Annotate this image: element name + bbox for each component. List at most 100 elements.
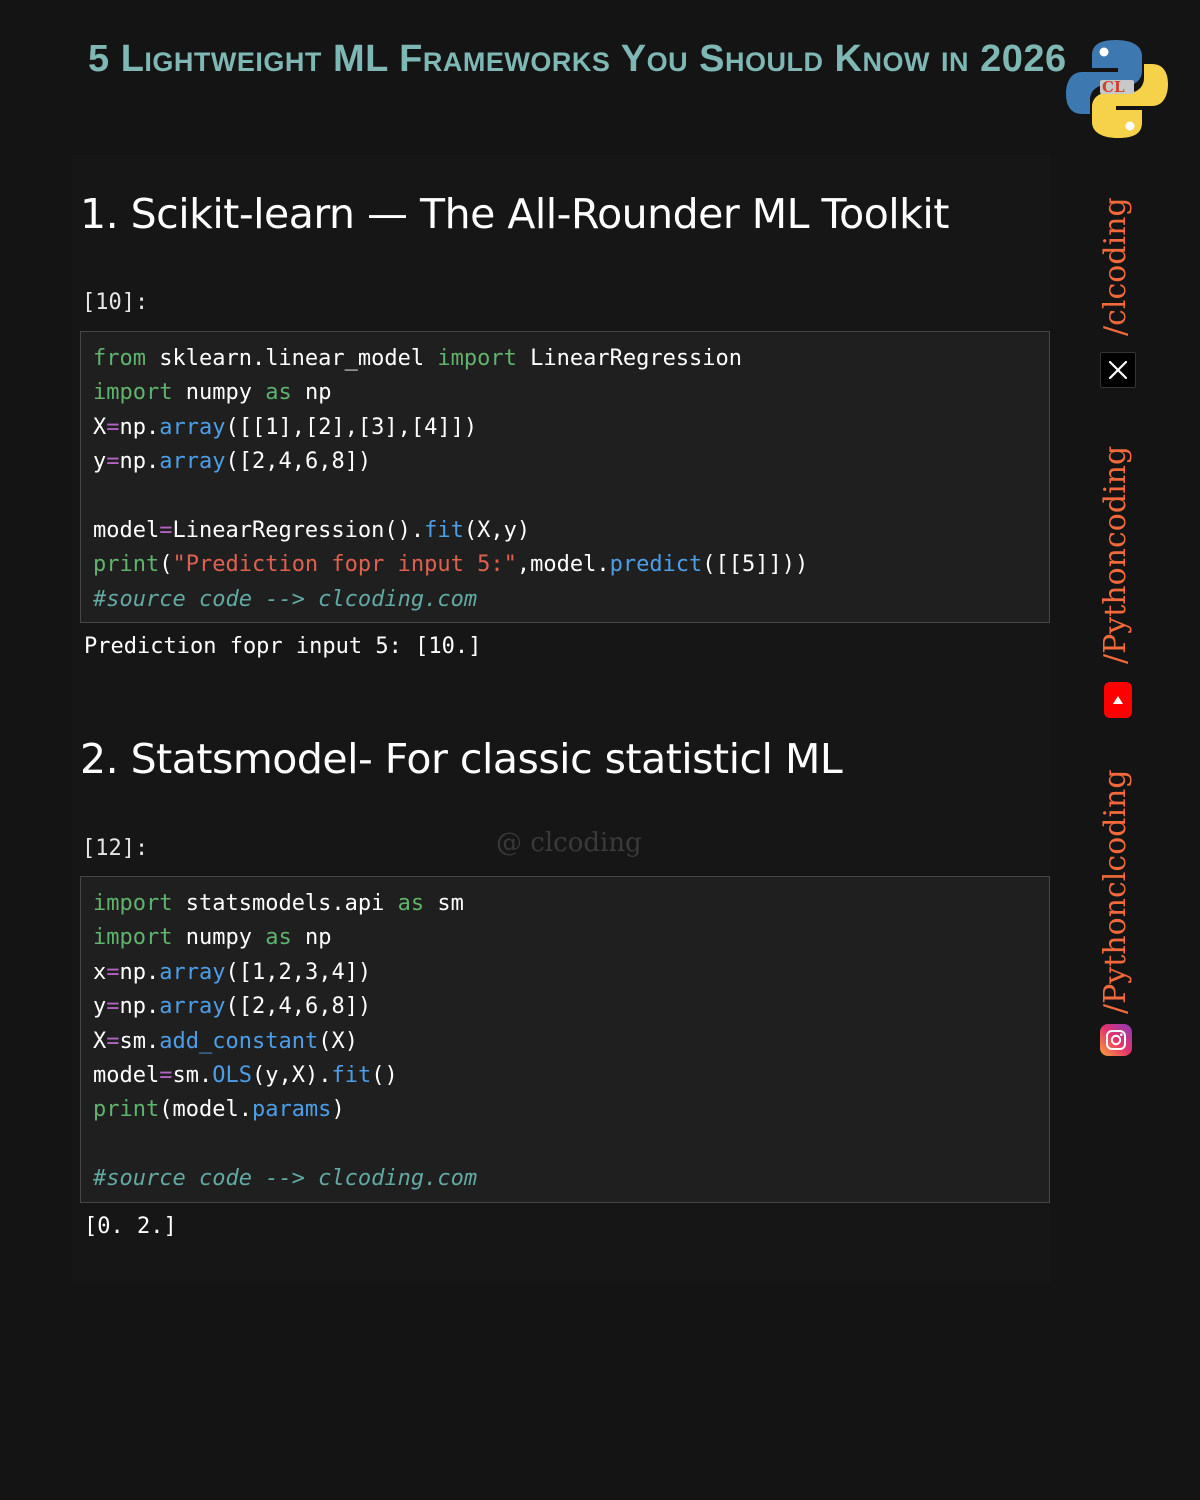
code-line: X=np.array([[1],[2],[3],[4]]) (93, 411, 1037, 445)
code-token: X (93, 1028, 107, 1054)
code-token: x (93, 959, 107, 985)
x-logo-icon[interactable] (1100, 352, 1136, 388)
code-token: array (159, 414, 226, 440)
code-token: "Prediction fopr input 5:" (172, 552, 517, 578)
code-token: ([1,2,3,4]) (225, 959, 372, 985)
code-token: = (106, 449, 120, 475)
code-token: (X,y) (463, 517, 531, 543)
code-line: y=np.array([2,4,6,8]) (93, 445, 1037, 479)
code-token: fit (424, 517, 464, 543)
python-logo-icon: CL (1066, 40, 1168, 138)
page-title: 5 Lightweight ML Frameworks You Should K… (88, 38, 1067, 80)
code-token: import (437, 346, 517, 371)
code-token: numpy (172, 925, 266, 951)
code-line: X=sm.add_constant(X) (93, 1025, 1037, 1059)
youtube-handle[interactable]: /Pythoncoding (1098, 446, 1133, 664)
cell-prompt-1: [10]: (82, 290, 149, 315)
instagram-icon[interactable] (1100, 1024, 1132, 1056)
x-handle[interactable]: /clcoding (1098, 197, 1133, 336)
code-block-1: from sklearn.linear_model import LinearR… (81, 332, 1049, 627)
code-line: #source code --> clcoding.com (93, 1162, 1037, 1196)
code-token: as (397, 891, 425, 916)
code-token: np. (119, 994, 160, 1020)
code-token: ( (159, 552, 173, 578)
code-comment: #source code --> clcoding.com (93, 1166, 478, 1192)
code-token: print (93, 552, 160, 578)
cell-output-2: [0. 2.] (84, 1214, 177, 1239)
code-token: np (291, 925, 332, 951)
code-line: from sklearn.linear_model import LinearR… (93, 342, 1037, 376)
code-token: y (93, 994, 107, 1020)
code-token: OLS (212, 1062, 252, 1088)
code-line: import numpy as np (93, 376, 1037, 410)
code-token: y (93, 449, 107, 475)
svg-text:CL: CL (1102, 78, 1125, 96)
code-token: fit (331, 1062, 372, 1088)
code-token: model (93, 517, 160, 543)
code-token: ,model. (516, 552, 610, 578)
code-token: np. (119, 414, 160, 440)
code-line: #source code --> clcoding.com (93, 583, 1037, 617)
code-line: model=LinearRegression().fit(X,y) (93, 514, 1037, 548)
code-token: as (265, 380, 292, 406)
code-token: sm (424, 891, 464, 916)
code-line: import numpy as np (93, 921, 1037, 955)
code-token: print (93, 1097, 160, 1123)
code-token: LinearRegression(). (172, 517, 425, 543)
code-token: predict (609, 552, 703, 578)
code-token: = (106, 959, 120, 985)
code-token: = (106, 1028, 120, 1054)
code-line: x=np.array([1,2,3,4]) (93, 956, 1037, 990)
code-token: np. (119, 449, 160, 475)
youtube-icon[interactable] (1104, 682, 1132, 718)
code-token: statsmodels.api (172, 891, 398, 916)
code-token: = (106, 994, 120, 1020)
code-token: LinearRegression (516, 346, 743, 371)
cell-output-1: Prediction fopr input 5: [10.] (84, 634, 482, 659)
code-comment: #source code --> clcoding.com (93, 586, 478, 612)
code-line: print(model.params) (93, 1093, 1037, 1127)
code-token: model (93, 1062, 160, 1088)
code-token: add_constant (159, 1028, 319, 1054)
code-token: as (265, 925, 292, 951)
code-token: (X) (318, 1028, 358, 1054)
code-line: y=np.array([2,4,6,8]) (93, 990, 1037, 1024)
code-block-2: import statsmodels.api as sm import numpy… (81, 877, 1049, 1207)
code-line: model=sm.OLS(y,X).fit() (93, 1059, 1037, 1093)
code-token: = (159, 1062, 173, 1088)
code-token: ([[5]])) (702, 552, 809, 578)
code-token: import (93, 925, 173, 951)
code-token: params (251, 1097, 332, 1123)
code-token: sm. (119, 1028, 160, 1054)
code-token: np. (119, 959, 160, 985)
code-cell-2[interactable]: import statsmodels.api as sm import numpy… (80, 876, 1050, 1203)
code-token: import (93, 380, 173, 406)
code-token: X (93, 414, 107, 440)
code-token: (y,X). (251, 1062, 332, 1088)
code-token: = (106, 414, 120, 440)
code-line: print("Prediction fopr input 5:",model.p… (93, 548, 1037, 582)
code-token: import (93, 891, 173, 916)
code-token: array (159, 994, 226, 1020)
code-token: sklearn.linear_model (145, 346, 438, 371)
code-token: ) (331, 1097, 345, 1123)
code-token: from (93, 346, 146, 371)
code-token: array (159, 449, 226, 475)
code-cell-1[interactable]: from sklearn.linear_model import LinearR… (80, 331, 1050, 623)
watermark: @ clcoding (496, 828, 642, 858)
instagram-handle[interactable]: /Pythonclcoding (1098, 769, 1133, 1014)
code-token: = (159, 517, 173, 543)
code-token: sm. (172, 1062, 213, 1088)
code-token: np (291, 380, 332, 406)
section-heading-2: 2. Statsmodel- For classic statisticl ML (80, 735, 843, 783)
code-token: ([[1],[2],[3],[4]]) (225, 414, 478, 440)
code-token: ([2,4,6,8]) (225, 994, 372, 1020)
code-token: numpy (172, 380, 266, 406)
code-token: array (159, 959, 226, 985)
code-token: (model. (159, 1097, 252, 1123)
code-line: import statsmodels.api as sm (93, 887, 1037, 921)
code-token: () (371, 1062, 398, 1088)
code-token: ([2,4,6,8]) (225, 449, 372, 475)
section-heading-1: 1. Scikit-learn — The All-Rounder ML Too… (80, 190, 949, 238)
